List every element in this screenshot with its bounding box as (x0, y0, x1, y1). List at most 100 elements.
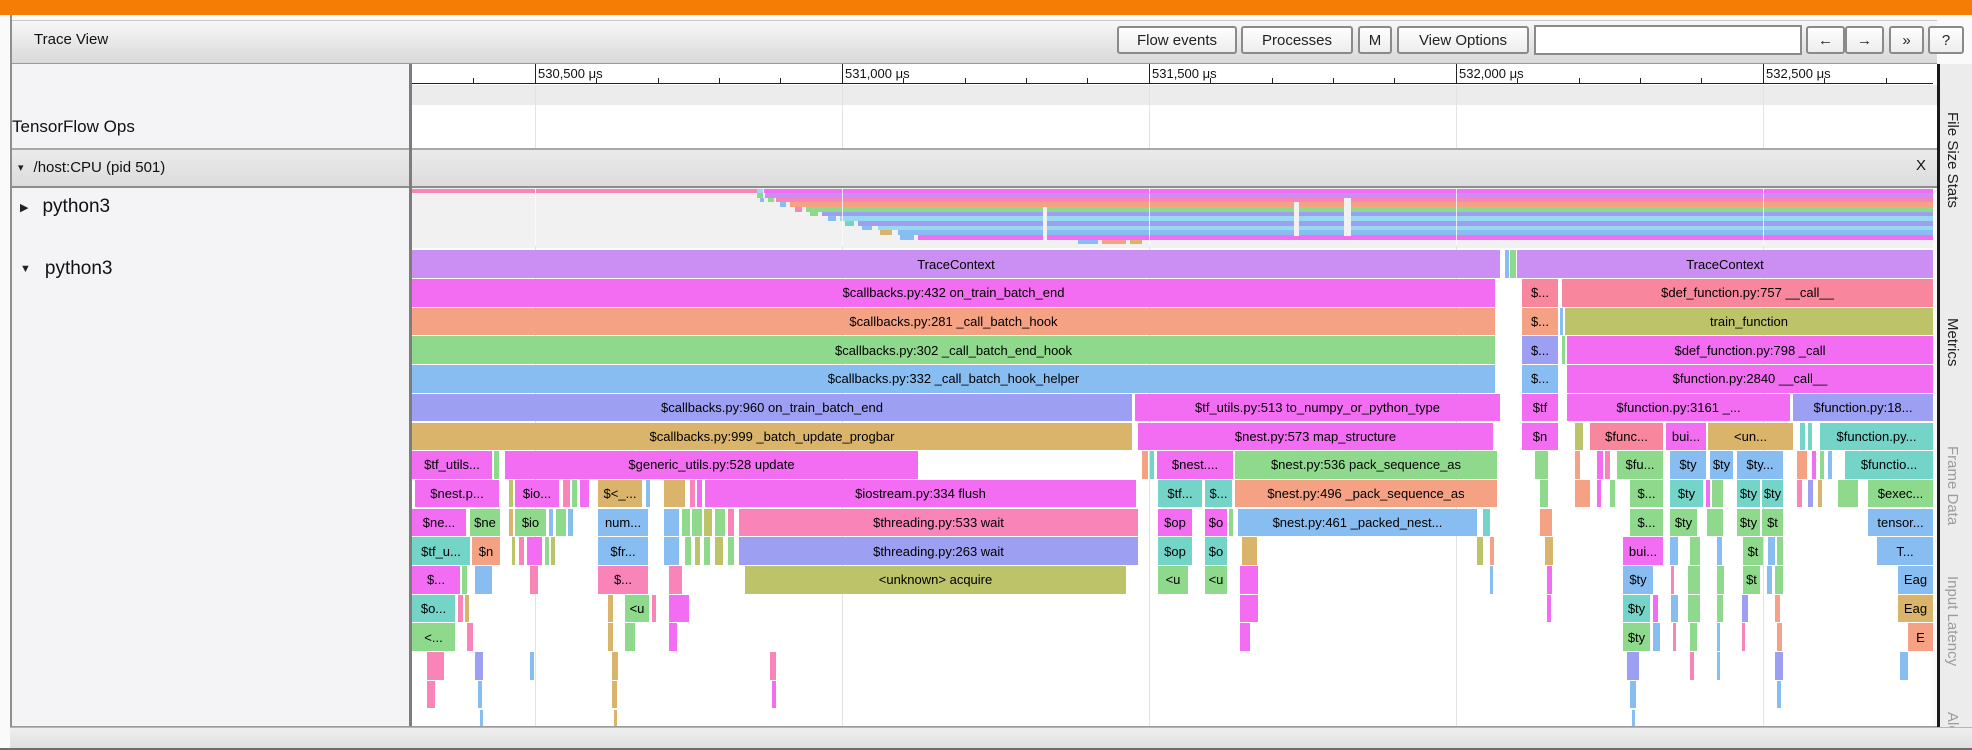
rail-tab-metrics[interactable]: Metrics (1944, 318, 1961, 366)
trace-event-sliver[interactable] (509, 479, 513, 508)
trace-event[interactable]: Eag (1898, 594, 1933, 623)
trace-event[interactable]: $callbacks.py:281 _call_batch_hook (412, 307, 1495, 336)
sidebar-thread-python3-collapsed[interactable]: ▶ python3 (20, 196, 110, 218)
trace-event[interactable]: $fr... (598, 537, 648, 565)
trace-event-sliver[interactable] (1490, 279, 1495, 307)
trace-event-sliver[interactable] (530, 566, 538, 594)
trace-event[interactable]: $op (1158, 508, 1192, 537)
trace-event[interactable]: $ty (1737, 508, 1760, 537)
trace-event[interactable]: $ty (1623, 594, 1650, 623)
trace-event-sliver[interactable] (1540, 479, 1548, 508)
trace-event[interactable]: $ty (1670, 451, 1706, 479)
toolbar-button-processes[interactable]: Processes (1241, 26, 1353, 54)
trace-event-sliver[interactable] (1688, 594, 1700, 623)
trace-event-sliver[interactable] (1688, 566, 1700, 594)
trace-event[interactable]: $tf_utils.py:513 to_numpy_or_python_type (1135, 393, 1500, 422)
trace-event-sliver[interactable] (652, 594, 656, 623)
trace-event[interactable]: $tf_utils... (412, 451, 492, 479)
trace-event[interactable]: $o (1205, 537, 1227, 565)
trace-event-sliver[interactable] (715, 537, 723, 565)
trace-event[interactable]: bui... (1623, 537, 1663, 565)
trace-event-sliver[interactable] (1547, 566, 1552, 594)
trace-event-sliver[interactable] (519, 537, 524, 565)
trace-event[interactable]: $t (1762, 508, 1783, 537)
toolbar-button-m[interactable]: M (1358, 26, 1392, 54)
trace-event[interactable]: $n (472, 537, 500, 565)
trace-event-sliver[interactable] (1767, 566, 1772, 594)
trace-event[interactable]: $nest.py:573 map_structure (1138, 422, 1493, 450)
trace-event[interactable]: $nest.py:461 _packed_nest... (1238, 508, 1477, 537)
trace-event-sliver[interactable] (1717, 537, 1722, 565)
trace-event-sliver[interactable] (1477, 537, 1483, 565)
trace-event-sliver[interactable] (1575, 479, 1590, 508)
trace-event[interactable]: $... (412, 566, 460, 594)
trace-event[interactable]: $fu... (1617, 451, 1663, 479)
trace-event-sliver[interactable] (1777, 623, 1782, 651)
trace-event-sliver[interactable] (551, 537, 555, 565)
trace-event-sliver[interactable] (1505, 250, 1509, 278)
trace-event-sliver[interactable] (475, 652, 483, 680)
trace-event-sliver[interactable] (1627, 652, 1639, 680)
trace-event-sliver[interactable] (1707, 508, 1723, 537)
search-input[interactable] (1534, 25, 1802, 55)
trace-event[interactable]: tensor... (1868, 508, 1933, 537)
trace-event-sliver[interactable] (1670, 537, 1678, 565)
trace-event-sliver[interactable] (692, 508, 702, 537)
trace-event-sliver[interactable] (563, 479, 570, 508)
trace-event[interactable]: <... (412, 623, 455, 651)
trace-event-sliver[interactable] (1545, 537, 1553, 565)
trace-event[interactable]: $def_function.py:757 __call__ (1562, 279, 1933, 307)
trace-event-sliver[interactable] (1717, 566, 1724, 594)
trace-event[interactable]: $tf (1522, 393, 1558, 422)
trace-event-sliver[interactable] (1490, 566, 1493, 594)
trace-event-sliver[interactable] (1828, 451, 1832, 479)
trace-event[interactable]: $nest.... (1157, 451, 1233, 479)
trace-event[interactable]: $function.py:18... (1793, 393, 1933, 422)
trace-event[interactable]: $iostream.py:334 flush (705, 479, 1136, 508)
trace-event-sliver[interactable] (568, 508, 573, 537)
trace-event-sliver[interactable] (467, 623, 473, 651)
collapsed-triangle-icon[interactable]: ▶ (20, 201, 28, 214)
trace-event[interactable]: $threading.py:533 wait (739, 508, 1138, 537)
trace-event-sliver[interactable] (1742, 594, 1748, 623)
trace-event-sliver[interactable] (475, 566, 492, 594)
trace-event-sliver[interactable] (1775, 566, 1783, 594)
trace-event[interactable]: T... (1877, 537, 1933, 565)
close-device-button[interactable]: X (1910, 157, 1932, 174)
trace-event-sliver[interactable] (1240, 566, 1258, 594)
trace-event[interactable]: $ty (1623, 623, 1650, 651)
trace-event-sliver[interactable] (427, 680, 435, 709)
trace-event[interactable]: $function.py:3161 _... (1567, 393, 1790, 422)
trace-event-sliver[interactable] (1490, 537, 1494, 565)
trace-event-sliver[interactable] (695, 537, 700, 565)
trace-event-sliver[interactable] (669, 594, 689, 623)
trace-event-sliver[interactable] (1229, 508, 1233, 537)
trace-event-sliver[interactable] (465, 594, 469, 623)
trace-event-sliver[interactable] (1690, 537, 1700, 565)
trace-event-sliver[interactable] (1775, 594, 1780, 623)
trace-event[interactable]: <unknown> acquire (745, 566, 1126, 594)
trace-event-sliver[interactable] (1630, 680, 1636, 709)
trace-event-sliver[interactable] (1717, 623, 1720, 651)
trace-event[interactable]: $ty... (1737, 451, 1783, 479)
trace-event-sliver[interactable] (1742, 623, 1745, 651)
trace-event[interactable]: $... (1630, 508, 1663, 537)
trace-event-sliver[interactable] (1768, 537, 1775, 565)
trace-event[interactable]: $t (1743, 566, 1760, 594)
trace-event-sliver[interactable] (690, 479, 695, 508)
trace-event[interactable]: $... (1522, 307, 1558, 336)
trace-event[interactable]: $tf... (1158, 479, 1202, 508)
trace-event-sliver[interactable] (1150, 451, 1154, 479)
trace-event-sliver[interactable] (549, 508, 553, 537)
trace-event[interactable]: $... (1205, 479, 1232, 508)
trace-event-sliver[interactable] (608, 594, 613, 623)
trace-event-sliver[interactable] (728, 537, 734, 565)
expanded-triangle-icon[interactable]: ▼ (20, 263, 31, 275)
trace-event[interactable]: $function.py... (1820, 422, 1933, 450)
trace-event-sliver[interactable] (704, 508, 712, 537)
nav-more-button[interactable]: » (1889, 26, 1924, 54)
trace-event-sliver[interactable] (1673, 623, 1676, 651)
trace-event[interactable]: $<_... (598, 479, 642, 508)
trace-event-sliver[interactable] (1838, 479, 1858, 508)
trace-event-sliver[interactable] (646, 479, 650, 508)
